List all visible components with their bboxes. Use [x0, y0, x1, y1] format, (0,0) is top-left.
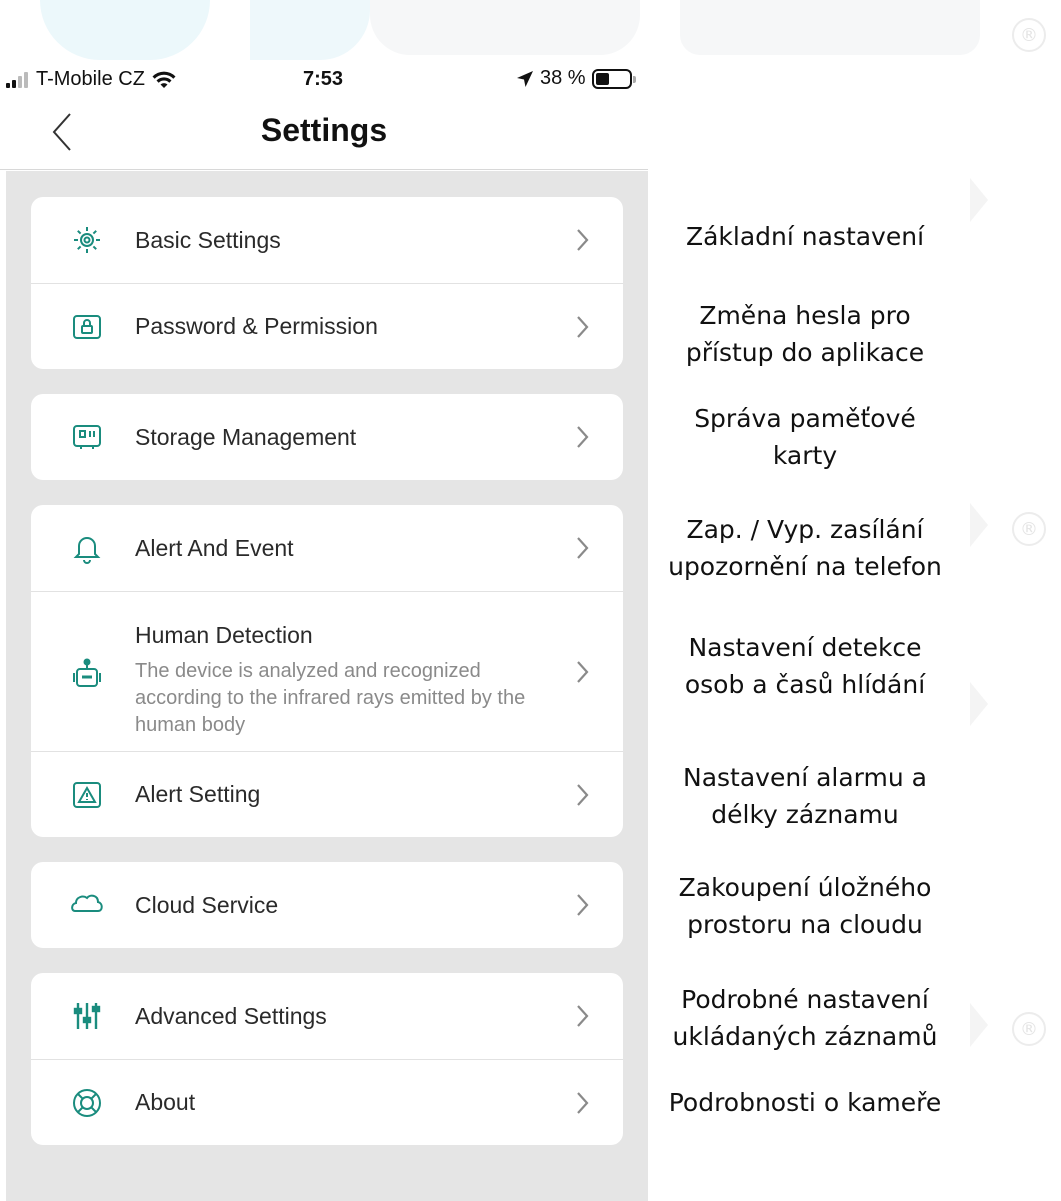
- location-arrow-icon: [517, 70, 533, 87]
- settings-item-label: Password & Permission: [135, 313, 378, 339]
- chevron-right-icon: [577, 426, 589, 448]
- sd-card-icon: [69, 419, 105, 455]
- settings-item-basic-settings[interactable]: Basic Settings: [31, 197, 623, 283]
- settings-item-label: About: [135, 1089, 196, 1115]
- settings-item-alert-setting[interactable]: Alert Setting: [31, 751, 623, 837]
- settings-item-about[interactable]: About: [31, 1059, 623, 1145]
- battery-icon: [591, 68, 636, 89]
- registered-mark: ®: [1012, 18, 1046, 52]
- gear-sun-icon: [69, 222, 105, 258]
- cloud-icon: [69, 887, 105, 923]
- caption: Podrobné nastavení ukládaných záznamů: [672, 985, 938, 1051]
- settings-item-storage-management[interactable]: Storage Management: [31, 394, 623, 480]
- sliders-icon: [69, 998, 105, 1034]
- settings-item-description: The device is analyzed and recognized ac…: [135, 660, 526, 736]
- registered-mark: ®: [1012, 512, 1046, 546]
- carrier-name: T-Mobile CZ: [36, 68, 145, 90]
- chevron-right-icon: [577, 315, 589, 338]
- settings-card: Cloud Service: [31, 862, 623, 948]
- watermark-shape: [680, 0, 980, 55]
- chevron-right-icon: [577, 1091, 589, 1114]
- settings-item-label: Storage Management: [135, 423, 357, 450]
- watermark-shape: [970, 1003, 988, 1047]
- settings-card: Basic Settings Password & Permission: [31, 197, 623, 369]
- settings-item-label: Basic Settings: [135, 226, 281, 253]
- chevron-right-icon: [577, 1005, 589, 1027]
- robot-icon: [69, 656, 105, 692]
- nav-bar: Settings: [0, 100, 648, 170]
- settings-item-label: Human Detection: [135, 622, 313, 648]
- caption: Podrobnosti o kameře: [668, 1088, 942, 1117]
- settings-card: Alert And Event Human Detection The devi…: [31, 505, 623, 837]
- chevron-right-icon: [577, 894, 589, 916]
- settings-card: Storage Management: [31, 394, 623, 480]
- watermark-shape: [970, 503, 988, 547]
- settings-item-cloud-service[interactable]: Cloud Service: [31, 862, 623, 948]
- caption: Správa paměťové karty: [694, 404, 916, 470]
- registered-mark: ®: [1012, 1012, 1046, 1046]
- settings-item-label: Alert And Event: [135, 534, 294, 561]
- chevron-right-icon: [577, 537, 589, 559]
- chevron-right-icon: [577, 660, 589, 683]
- caption: Základní nastavení: [685, 222, 925, 251]
- settings-list: Basic Settings Password & Permission Sto…: [6, 171, 648, 1201]
- watermark-shape: [970, 682, 988, 726]
- settings-item-label: Alert Setting: [135, 781, 261, 807]
- page-title: Settings: [260, 112, 388, 148]
- settings-item-advanced-settings[interactable]: Advanced Settings: [31, 973, 623, 1059]
- phone-screen: T-Mobile CZ 7:53 38 % Settings Basic Set…: [0, 0, 648, 1201]
- caption: Zakoupení úložného prostoru na cloudu: [678, 873, 932, 939]
- lifebuoy-icon: [69, 1085, 105, 1121]
- status-time: 7:53: [303, 68, 344, 90]
- settings-item-alert-and-event[interactable]: Alert And Event: [31, 505, 623, 591]
- caption: Nastavení alarmu a délky záznamu: [683, 763, 927, 829]
- settings-card: Advanced Settings About: [31, 973, 623, 1145]
- settings-item-human-detection[interactable]: Human Detection The device is analyzed a…: [31, 591, 623, 751]
- chevron-right-icon: [577, 229, 589, 251]
- lock-icon: [69, 309, 105, 345]
- watermark-shape: [970, 178, 988, 222]
- battery-percent: 38 %: [540, 67, 586, 89]
- bell-icon: [69, 530, 105, 566]
- settings-item-label: Advanced Settings: [135, 1002, 327, 1029]
- carrier-group: T-Mobile CZ: [6, 68, 177, 91]
- battery-group: 38 %: [516, 67, 636, 90]
- caption: Změna hesla pro přístup do aplikace: [685, 301, 925, 367]
- caption: Nastavení detekce osob a časů hlídání: [684, 633, 926, 699]
- settings-item-password-permission[interactable]: Password & Permission: [31, 283, 623, 369]
- chevron-right-icon: [577, 783, 589, 806]
- settings-item-label: Cloud Service: [135, 891, 279, 918]
- signal-bars-icon: [6, 71, 28, 88]
- caption: Zap. / Vyp. zasílání upozornění na telefo…: [668, 515, 942, 581]
- warning-icon: [69, 777, 105, 813]
- status-bar: T-Mobile CZ 7:53 38 %: [0, 62, 648, 98]
- wifi-icon: [152, 71, 176, 88]
